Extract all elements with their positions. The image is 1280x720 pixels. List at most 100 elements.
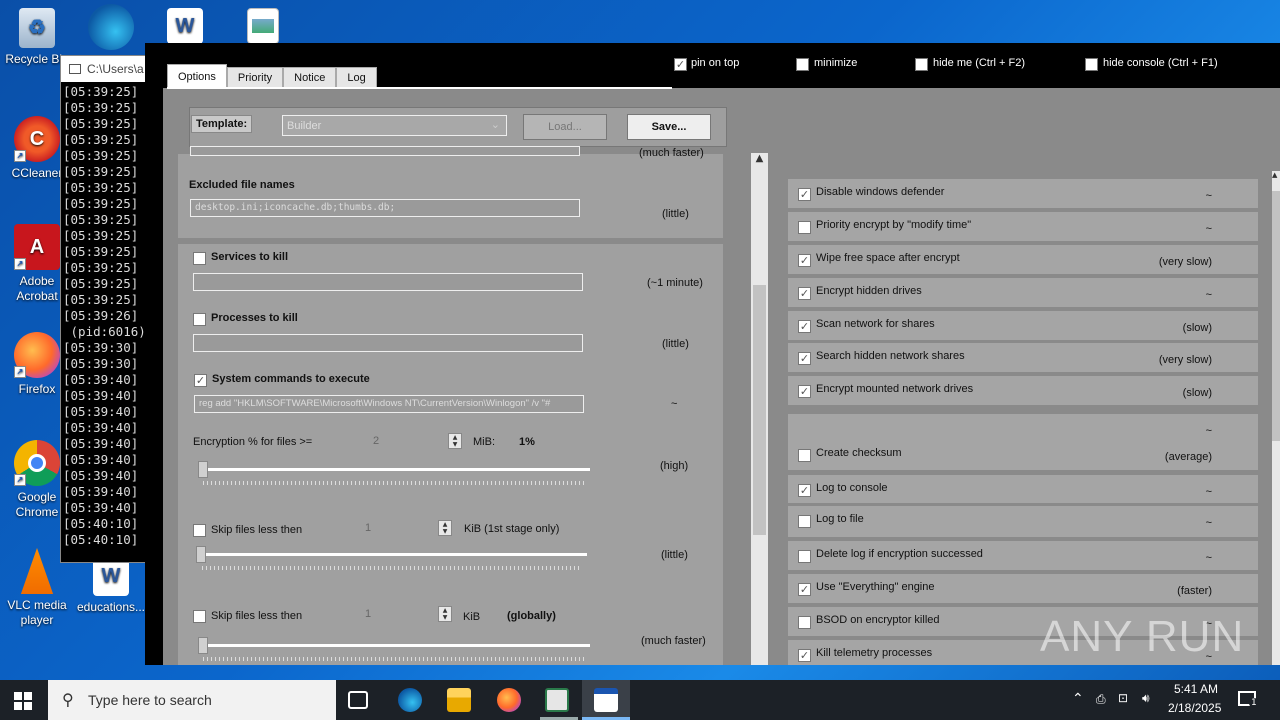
left-scrollbar-thumb[interactable]: [753, 285, 766, 535]
processes-checkbox[interactable]: [193, 313, 206, 326]
option-row[interactable]: Priority encrypt by "modify time" ~: [788, 212, 1258, 243]
option-row[interactable]: Disable windows defender ~: [788, 179, 1258, 210]
desktop-icon-educations[interactable]: W educations...: [74, 556, 148, 615]
minimize-checkbox[interactable]: [796, 58, 809, 71]
services-checkbox[interactable]: [193, 252, 206, 265]
skip1-slider-track[interactable]: [200, 553, 587, 556]
option-checkbox[interactable]: [798, 583, 811, 596]
option-checkbox[interactable]: [798, 352, 811, 365]
firefox-taskbar-icon[interactable]: [497, 688, 521, 712]
notification-icon[interactable]: 1: [1238, 691, 1259, 708]
clock-date[interactable]: 2/18/2025: [1168, 701, 1221, 715]
console-line: [05:39:25]: [63, 212, 139, 227]
encryption-percent-value: 1%: [519, 436, 535, 448]
right-scrollbar[interactable]: ▲: [1272, 171, 1280, 665]
pin-on-top-checkbox[interactable]: [674, 58, 687, 71]
option-row[interactable]: Use "Everything" engine (faster): [788, 574, 1258, 605]
skip2-input[interactable]: 1: [365, 608, 371, 620]
hide-me-checkbox[interactable]: [915, 58, 928, 71]
option-label: Log to console: [816, 482, 888, 494]
option-checkbox[interactable]: [798, 649, 811, 662]
skip1-checkbox[interactable]: [193, 524, 206, 537]
tab-notice[interactable]: Notice: [283, 67, 337, 88]
option-row[interactable]: Encrypt mounted network drives (slow): [788, 376, 1258, 407]
console-line: [05:39:25]: [63, 132, 139, 147]
save-button[interactable]: Save...: [627, 114, 711, 140]
option-checkbox[interactable]: [798, 287, 811, 300]
option-checkbox[interactable]: [798, 254, 811, 267]
option-checkbox[interactable]: [798, 188, 811, 201]
network-icon[interactable]: ⊡: [1118, 691, 1128, 705]
option-row[interactable]: Log to file ~: [788, 506, 1258, 539]
skip1-slider-thumb[interactable]: [196, 546, 206, 563]
scroll-up-icon[interactable]: ▲: [1272, 171, 1280, 185]
load-button[interactable]: Load...: [523, 114, 607, 140]
option-row[interactable]: Wipe free space after encrypt (very slow): [788, 245, 1258, 276]
option-row[interactable]: Search hidden network shares (very slow): [788, 343, 1258, 374]
right-scrollbar-thumb[interactable]: [1272, 191, 1280, 441]
left-scrollbar[interactable]: ▲: [751, 153, 768, 665]
tab-options[interactable]: Options: [167, 64, 227, 88]
desktop-icon-edge[interactable]: [74, 4, 148, 54]
encryption-size-input[interactable]: 2: [373, 435, 379, 447]
option-checkbox[interactable]: [798, 320, 811, 333]
option-checkbox[interactable]: [798, 550, 811, 563]
template-select-value: Builder: [287, 120, 322, 132]
services-note: (~1 minute): [647, 277, 703, 289]
skip1-input[interactable]: 1: [365, 522, 371, 534]
option-row[interactable]: Log to console ~: [788, 475, 1258, 505]
option-row[interactable]: Encrypt hidden drives ~: [788, 278, 1258, 309]
services-input[interactable]: [193, 273, 583, 291]
template-select[interactable]: Builder ⌄: [282, 115, 507, 136]
option-checkbox[interactable]: [798, 385, 811, 398]
scroll-up-icon[interactable]: ▲: [751, 153, 768, 170]
desktop-icon-word-doc[interactable]: W: [148, 8, 222, 48]
skip2-slider-thumb[interactable]: [198, 637, 208, 654]
option-label: Disable windows defender: [816, 186, 945, 198]
option-row[interactable]: Create checksum (average): [788, 440, 1258, 472]
volume-icon[interactable]: 🔊︎: [1142, 691, 1150, 706]
skip2-checkbox[interactable]: [193, 610, 206, 623]
option-checkbox[interactable]: [798, 449, 811, 462]
syscmd-checkbox[interactable]: [194, 374, 207, 387]
device-icon[interactable]: ⎙: [1096, 692, 1106, 707]
encryption-size-stepper[interactable]: ▲ ▼: [448, 433, 462, 449]
builder-taskbar-icon[interactable]: [594, 688, 618, 712]
encryption-slider-track[interactable]: [200, 468, 590, 471]
chevron-up-icon[interactable]: ⌃: [1072, 690, 1084, 707]
option-checkbox[interactable]: [798, 221, 811, 234]
encryption-slider-thumb[interactable]: [198, 461, 208, 478]
app-taskbar-icon[interactable]: [545, 688, 569, 712]
desktop-icon-image-file[interactable]: [226, 8, 300, 48]
console-line: [05:39:25]: [63, 276, 139, 291]
tab-priority[interactable]: Priority: [226, 67, 284, 88]
option-label: Wipe free space after encrypt: [816, 252, 960, 264]
services-label: Services to kill: [211, 251, 289, 263]
option-row[interactable]: Delete log if encryption successed ~: [788, 541, 1258, 572]
processes-input[interactable]: [193, 334, 583, 352]
console-line: [05:39:40]: [63, 404, 139, 419]
console-title-bar[interactable]: C:\Users\a: [61, 56, 145, 82]
option-checkbox[interactable]: [798, 515, 811, 528]
edge-taskbar-icon[interactable]: [398, 688, 422, 712]
clock-time[interactable]: 5:41 AM: [1174, 682, 1218, 696]
excluded-input[interactable]: desktop.ini;iconcache.db;thumbs.db;: [190, 199, 580, 217]
skip2-slider-track[interactable]: [200, 644, 590, 647]
skip1-stepper[interactable]: ▲ ▼: [438, 520, 452, 536]
console-window[interactable]: C:\Users\a [05:39:25] [05:39:25] [05:39:25…: [60, 55, 146, 563]
search-placeholder: Type here to search: [88, 692, 212, 708]
edge-icon: [88, 4, 134, 50]
skip2-label: Skip files less then: [211, 610, 303, 622]
option-checkbox[interactable]: [798, 484, 811, 497]
hide-console-checkbox[interactable]: [1085, 58, 1098, 71]
tab-log[interactable]: Log: [336, 67, 377, 88]
file-explorer-icon[interactable]: [447, 688, 471, 712]
option-row[interactable]: Scan network for shares (slow): [788, 311, 1258, 342]
option-checkbox[interactable]: [798, 616, 811, 629]
taskbar-search-box[interactable]: ⚲ Type here to search: [48, 680, 336, 720]
windows-start-icon[interactable]: [14, 692, 32, 710]
task-view-icon[interactable]: [348, 691, 368, 709]
skip2-stepper[interactable]: ▲ ▼: [438, 606, 452, 622]
syscmd-input[interactable]: reg add "HKLM\SOFTWARE\Microsoft\Windows…: [194, 395, 584, 413]
console-line: [05:39:40]: [63, 468, 139, 483]
